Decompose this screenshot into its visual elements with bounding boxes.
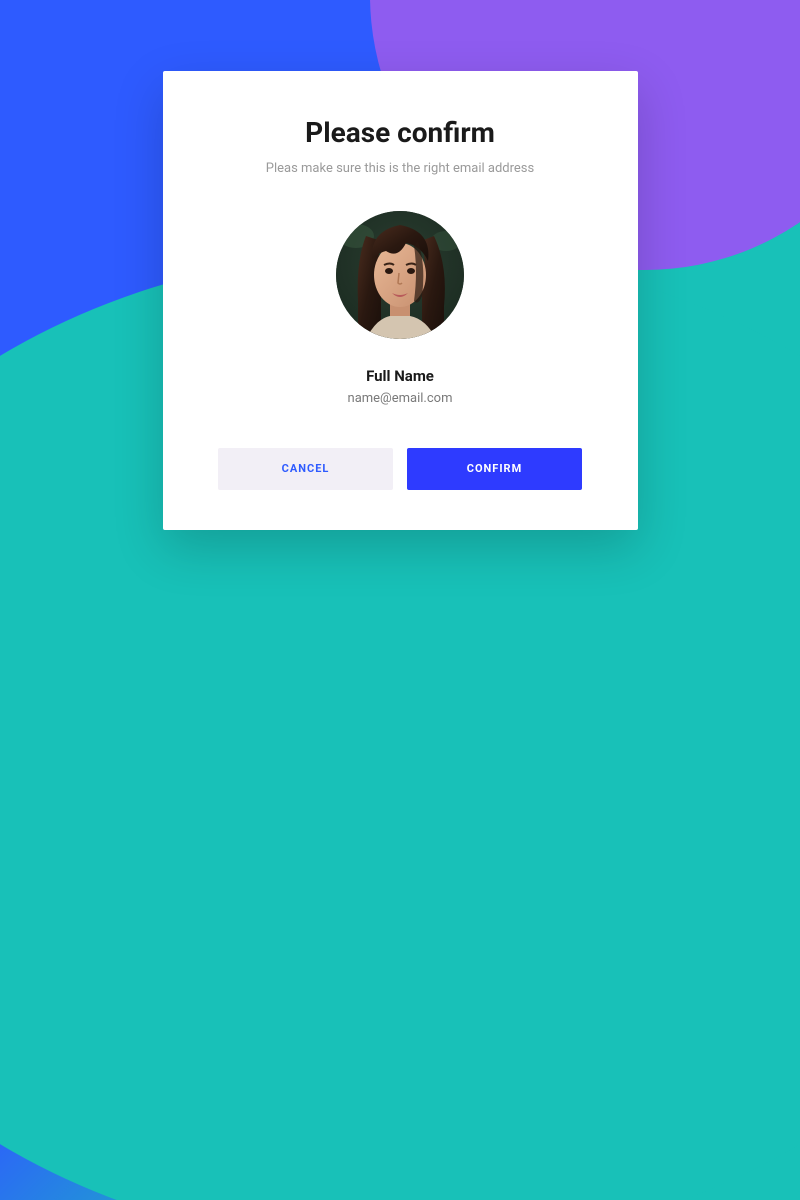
dialog-subtitle: Pleas make sure this is the right email … [266, 161, 534, 176]
confirm-dialog: Please confirm Pleas make sure this is t… [163, 71, 638, 530]
cancel-button[interactable]: CANCEL [218, 448, 393, 490]
user-email: name@email.com [348, 391, 453, 406]
confirm-button[interactable]: CONFIRM [407, 448, 582, 490]
dialog-title: Please confirm [305, 116, 495, 149]
avatar-image [336, 211, 464, 339]
dialog-actions: CANCEL CONFIRM [218, 448, 582, 490]
avatar [336, 211, 464, 339]
user-name: Full Name [366, 367, 434, 385]
